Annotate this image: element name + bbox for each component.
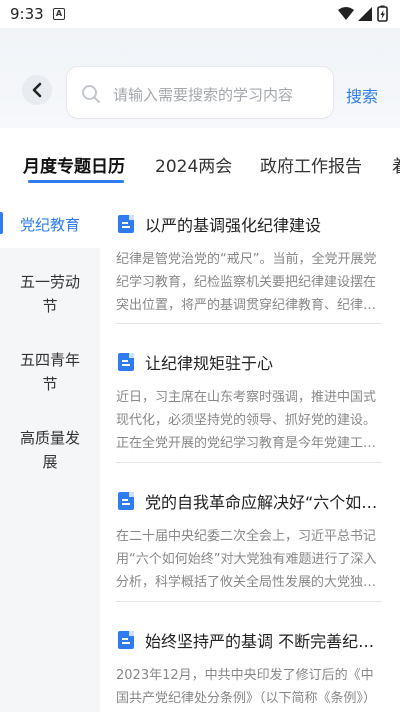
list-item[interactable]: 始终坚持严的基调 不断完善纪律建设 2023年12月，中共中央印发了修订后的《中… xyxy=(116,628,385,712)
signal-icon xyxy=(358,7,372,21)
document-icon xyxy=(118,215,134,233)
divider xyxy=(116,601,382,602)
article-summary: 纪律是管党治党的“戒尺”。当前，全党开展党纪学习教育，纪检监察机关要把纪律建设摆… xyxy=(116,252,377,313)
notification-icon: A xyxy=(53,8,65,20)
sidebar-item-labor-day[interactable]: 五一劳动节 xyxy=(0,270,100,318)
sidebar-item-label: 党纪教育 xyxy=(19,216,80,234)
search-button[interactable]: 搜索 xyxy=(346,83,378,107)
tab-two-sessions[interactable]: 2024两会 xyxy=(155,152,232,177)
tab-government-report[interactable]: 政府工作报告 xyxy=(260,152,362,177)
chevron-left-icon xyxy=(32,82,42,98)
article-title: 党的自我革命应解决好“六个如何始终” xyxy=(145,493,385,512)
divider xyxy=(116,323,382,324)
status-time: 9:33 xyxy=(10,5,44,23)
sidebar-item-label: 五四青年节 xyxy=(19,351,80,393)
document-icon xyxy=(118,631,134,649)
sidebar-item-youth-day[interactable]: 五四青年节 xyxy=(0,348,100,396)
search-placeholder: 请输入需要搜索的学习内容 xyxy=(113,86,294,104)
search-input[interactable]: 请输入需要搜索的学习内容 xyxy=(66,66,334,119)
article-title: 以严的基调强化纪律建设 xyxy=(145,216,322,235)
sidebar-item-label: 高质量发展 xyxy=(19,429,80,471)
search-header: 请输入需要搜索的学习内容 搜索 xyxy=(0,28,400,128)
tab-monthly-calendar[interactable]: 月度专题日历 xyxy=(23,152,125,177)
active-tab-indicator xyxy=(28,180,124,183)
search-icon xyxy=(82,85,100,103)
topic-tabs: 月度专题日历 2024两会 政府工作报告 着 xyxy=(0,140,400,192)
list-item[interactable]: 让纪律规矩驻于心 近日，习主席在山东考察时强调，推进中国式现代化，必须坚持党的领… xyxy=(116,350,382,455)
wifi-icon xyxy=(338,7,354,20)
status-bar: 9:33 A xyxy=(0,0,400,28)
status-icons xyxy=(336,5,392,27)
active-indicator xyxy=(0,212,3,234)
article-summary: 在二十届中央纪委二次全会上，习近平总书记用“六个如何始终”对大党独有难题进行了深… xyxy=(116,529,377,590)
category-sidebar: 党纪教育 五一劳动节 五四青年节 高质量发展 xyxy=(0,200,100,712)
article-title: 始终坚持严的基调 不断完善纪律建设 xyxy=(145,632,385,651)
document-icon xyxy=(118,353,134,371)
tab-more[interactable]: 着 xyxy=(392,152,400,177)
divider xyxy=(116,462,382,463)
article-list: 以严的基调强化纪律建设 纪律是管党治党的“戒尺”。当前，全党开展党纪学习教育，纪… xyxy=(100,200,400,712)
sidebar-item-label: 五一劳动节 xyxy=(19,273,80,315)
list-item[interactable]: 以严的基调强化纪律建设 纪律是管党治党的“戒尺”。当前，全党开展党纪学习教育，纪… xyxy=(116,212,382,317)
article-title: 让纪律规矩驻于心 xyxy=(145,354,274,373)
article-summary: 近日，习主席在山东考察时强调，推进中国式现代化，必须坚持党的领导、抓好党的建设。… xyxy=(116,390,377,451)
back-button[interactable] xyxy=(22,75,52,105)
article-summary: 2023年12月，中共中央印发了修订后的《中国共产党纪律处分条例》（以下简称《条… xyxy=(116,668,377,706)
sidebar-item-party-discipline[interactable]: 党纪教育 xyxy=(0,200,100,248)
battery-icon xyxy=(377,5,388,22)
document-icon xyxy=(118,492,134,510)
list-item[interactable]: 党的自我革命应解决好“六个如何始终” 在二十届中央纪委二次全会上，习近平总书记用… xyxy=(116,489,385,594)
sidebar-item-high-quality-development[interactable]: 高质量发展 xyxy=(0,426,100,474)
